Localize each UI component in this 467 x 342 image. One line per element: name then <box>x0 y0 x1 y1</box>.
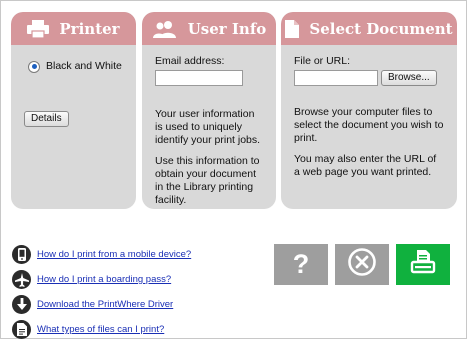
print-button[interactable] <box>396 244 450 285</box>
select-document-description: Browse your computer files to select the… <box>294 106 444 144</box>
help-link-file-types[interactable]: What types of files can I print? <box>12 317 191 342</box>
user-info-usage-text: Use this information to obtain your docu… <box>155 155 260 206</box>
file-url-label: File or URL: <box>294 55 351 67</box>
print-dialog: Printer Black and White Details User Inf… <box>0 0 467 339</box>
email-input[interactable] <box>155 70 243 86</box>
cancel-button[interactable] <box>335 244 389 285</box>
black-and-white-option[interactable]: Black and White <box>28 60 123 73</box>
help-link-boarding-pass[interactable]: How do I print a boarding pass? <box>12 267 191 292</box>
user-info-panel: User Info Email address: Your user infor… <box>142 12 276 209</box>
user-info-panel-title: User Info <box>187 19 267 38</box>
printer-icon <box>409 248 437 281</box>
email-label: Email address: <box>155 55 225 67</box>
browse-button[interactable]: Browse... <box>381 70 437 86</box>
mobile-phone-icon <box>12 245 31 264</box>
select-document-panel-header: Select Document <box>281 12 457 45</box>
help-link-download-driver[interactable]: Download the PrintWhere Driver <box>12 292 191 317</box>
help-link-mobile[interactable]: How do I print from a mobile device? <box>12 242 191 267</box>
select-document-url-text: You may also enter the URL of a web page… <box>294 153 437 178</box>
cancel-circle-icon <box>347 247 377 282</box>
help-link-file-types-label[interactable]: What types of files can I print? <box>37 324 164 335</box>
black-and-white-radio[interactable] <box>28 60 40 73</box>
users-icon <box>152 20 178 38</box>
help-button[interactable]: ? <box>274 244 328 285</box>
select-document-panel-title: Select Document <box>309 19 453 38</box>
download-icon <box>12 295 31 314</box>
airplane-icon <box>12 270 31 289</box>
black-and-white-label: Black and White <box>46 60 122 72</box>
printer-panel: Printer Black and White Details <box>11 12 136 209</box>
user-info-panel-header: User Info <box>142 12 276 45</box>
document-icon <box>285 19 300 38</box>
document-icon <box>12 320 31 339</box>
printer-panel-title: Printer <box>59 19 120 38</box>
help-link-download-driver-label[interactable]: Download the PrintWhere Driver <box>37 299 173 310</box>
help-link-boarding-pass-label[interactable]: How do I print a boarding pass? <box>37 274 171 285</box>
user-info-description: Your user information is used to uniquel… <box>155 108 261 146</box>
printer-panel-header: Printer <box>11 12 136 45</box>
help-links: How do I print from a mobile device? How… <box>12 242 191 342</box>
printer-icon <box>27 19 50 38</box>
select-document-panel: Select Document File or URL: Browse... B… <box>281 12 457 209</box>
help-link-mobile-label[interactable]: How do I print from a mobile device? <box>37 249 191 260</box>
file-url-input[interactable] <box>294 70 378 86</box>
details-button[interactable]: Details <box>24 111 69 127</box>
question-mark-icon: ? <box>292 249 310 279</box>
